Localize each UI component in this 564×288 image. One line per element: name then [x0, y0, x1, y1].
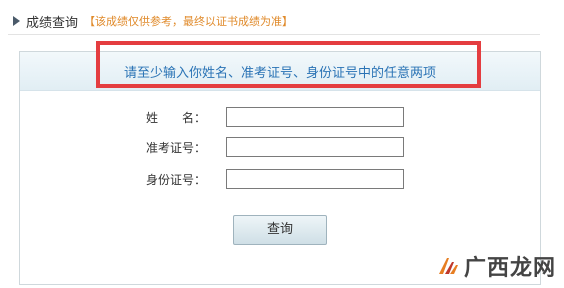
page-header: 成绩查询 【该成绩仅供参考，最终以证书成绩为准】	[8, 8, 540, 35]
site-watermark: 广西龙网	[436, 250, 556, 282]
watermark-text: 广西龙网	[463, 256, 556, 281]
panel-header: 请至少输入你姓名、准考证号、身份证号中的任意两项	[20, 52, 540, 91]
triangle-right-icon	[13, 16, 20, 26]
name-label: 姓 名：	[145, 111, 206, 125]
page-title: 成绩查询	[26, 15, 79, 31]
site-logo-icon	[436, 254, 460, 278]
exam-number-row: 准考证号：	[20, 137, 540, 159]
exam-number-input[interactable]	[226, 137, 404, 157]
id-number-row: 身份证号：	[20, 169, 540, 191]
id-number-label: 身份证号：	[145, 173, 206, 187]
id-number-input[interactable]	[226, 169, 404, 189]
query-button[interactable]: 查询	[233, 215, 327, 245]
name-row: 姓 名：	[20, 107, 540, 129]
panel-heading: 请至少输入你姓名、准考证号、身份证号中的任意两项	[123, 65, 436, 81]
name-input[interactable]	[226, 107, 404, 127]
disclaimer-note: 【该成绩仅供参考，最终以证书成绩为准】	[84, 15, 294, 28]
exam-number-label: 准考证号：	[145, 141, 206, 155]
